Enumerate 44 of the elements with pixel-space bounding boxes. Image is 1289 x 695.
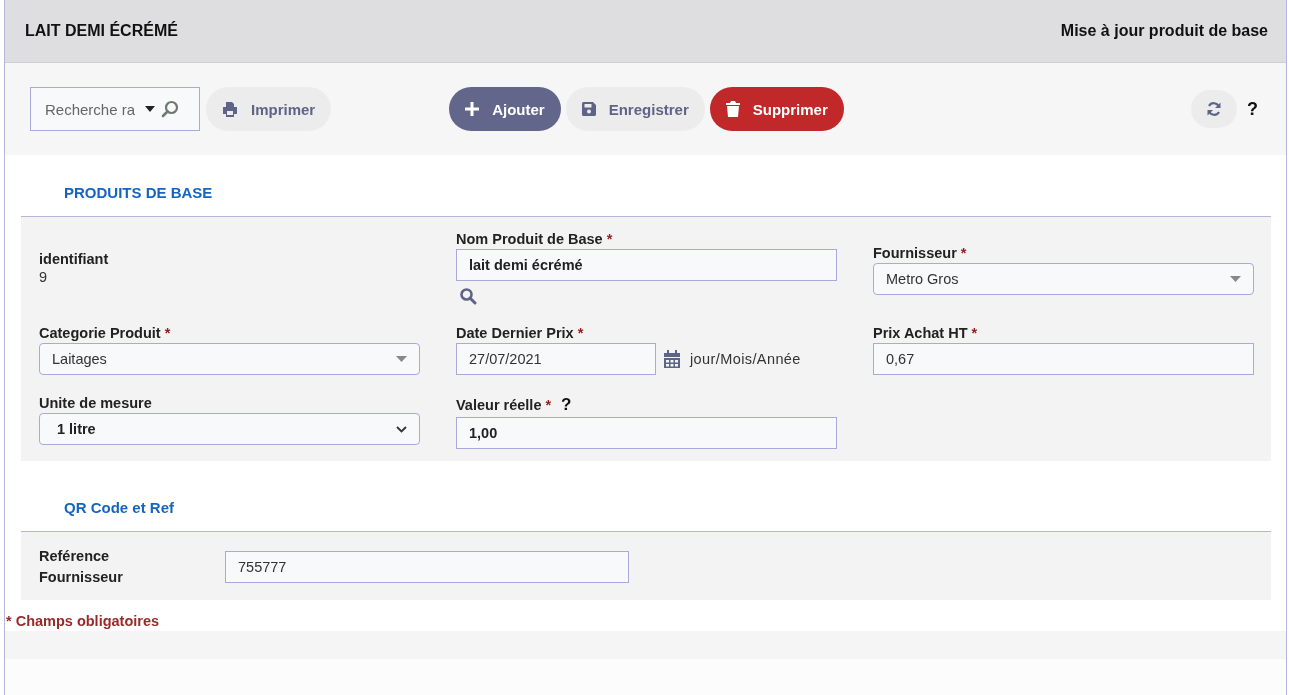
trash-icon — [725, 101, 740, 117]
select-field[interactable]: 1 litre — [39, 413, 420, 445]
refresh-icon — [1206, 101, 1222, 117]
search-icon[interactable] — [459, 287, 477, 305]
plus-icon — [465, 102, 480, 116]
search-icon[interactable] — [161, 100, 179, 118]
printer-icon — [222, 101, 238, 117]
section-title[interactable]: QR Code et Ref — [21, 461, 1271, 531]
add-button[interactable]: Ajouter — [449, 87, 561, 131]
field-value: 9 — [39, 269, 49, 285]
field-label: Fournisseur * — [873, 245, 967, 261]
search-box[interactable]: Recherche ra — [30, 87, 200, 131]
section-title[interactable]: PRODUITS DE BASE — [21, 155, 1271, 216]
dropdown[interactable]: Laitages — [39, 343, 420, 375]
text-input[interactable]: 0,67 — [873, 343, 1254, 375]
caret-icon[interactable] — [145, 106, 155, 112]
dropdown[interactable]: Metro Gros — [873, 263, 1254, 295]
required-fields-note: * Champs obligatoires — [6, 612, 161, 631]
text-input[interactable]: lait demi écrémé — [456, 249, 837, 281]
page-title: LAIT DEMI ÉCRÉMÉ — [25, 22, 178, 40]
reference-input[interactable]: 755777 — [225, 551, 629, 583]
field-label: Unite de mesure — [39, 395, 152, 411]
help-icon[interactable]: ? — [561, 395, 572, 415]
date-format-hint: jour/Mois/Année — [690, 351, 801, 367]
field-label: Date Dernier Prix * — [456, 325, 584, 341]
field-label: Valeur réelle * — [456, 397, 552, 413]
caret-icon — [1230, 276, 1241, 282]
field-label: Prix Achat HT * — [873, 325, 978, 341]
date-input[interactable]: 27/07/2021 — [456, 343, 656, 375]
delete-button[interactable]: Supprimer — [709, 87, 844, 131]
field-label: Nom Produit de Base * — [456, 231, 613, 247]
search-input[interactable]: Recherche ra — [45, 100, 135, 118]
calendar-icon[interactable] — [664, 350, 680, 368]
page-subtitle: Mise à jour produit de base — [1060, 22, 1268, 40]
caret-icon — [396, 356, 407, 362]
save-button[interactable]: Enregistrer — [565, 87, 705, 131]
chevron-icon — [396, 425, 407, 433]
help-icon[interactable]: ? — [1247, 98, 1258, 120]
print-button[interactable]: Imprimer — [206, 87, 332, 131]
field-label: Reférence Fournisseur — [39, 547, 124, 587]
text-input[interactable]: 1,00 — [456, 417, 837, 449]
field-label: Categorie Produit * — [39, 325, 171, 341]
refresh-button[interactable] — [1191, 90, 1237, 128]
field-label: identifiant — [39, 251, 109, 267]
